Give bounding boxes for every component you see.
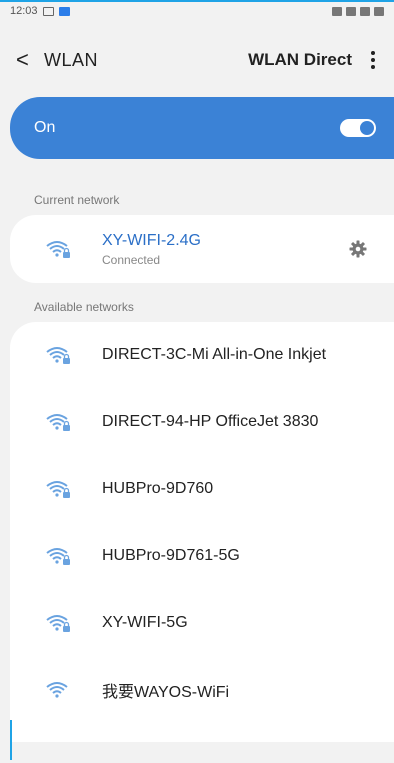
back-button[interactable]: < xyxy=(16,49,44,71)
scroll-indicator xyxy=(10,720,12,760)
alarm-icon xyxy=(332,6,342,16)
network-row[interactable]: XY-WIFI-5G xyxy=(10,593,394,653)
available-networks-list: DIRECT-3C-Mi All-in-One Inkjet DIRECT-94… xyxy=(10,322,394,742)
wifi-locked-icon xyxy=(46,241,70,258)
wifi-open-icon xyxy=(46,682,68,698)
network-name: HUBPro-9D761-5G xyxy=(102,547,240,564)
wlan-switch[interactable] xyxy=(340,119,376,137)
wifi-status-icon xyxy=(346,6,356,16)
gear-icon xyxy=(349,240,367,258)
network-row[interactable]: HUBPro-9D761-5G xyxy=(10,526,394,586)
more-options-icon[interactable] xyxy=(368,51,378,69)
gallery-notification-icon xyxy=(42,6,54,16)
network-settings-button[interactable] xyxy=(334,240,382,258)
network-name: 我要WAYOS-WiFi xyxy=(102,684,230,701)
network-name: DIRECT-3C-Mi All-in-One Inkjet xyxy=(102,346,327,363)
wifi-locked-icon xyxy=(46,347,70,364)
network-row[interactable]: DIRECT-3C-Mi All-in-One Inkjet xyxy=(10,325,394,385)
network-row[interactable]: DIRECT-94-HP OfficeJet 3830 xyxy=(10,392,394,452)
status-bar: 12:03 xyxy=(0,0,394,22)
network-row[interactable]: 我要WAYOS-WiFi xyxy=(10,660,394,720)
wifi-locked-icon xyxy=(46,414,70,431)
toggle-label: On xyxy=(34,119,56,136)
wifi-locked-icon xyxy=(46,481,70,498)
current-network-name: XY-WIFI-2.4G xyxy=(102,232,201,249)
status-time: 12:03 xyxy=(10,5,38,17)
current-network-status: Connected xyxy=(102,253,161,267)
current-network-row[interactable]: XY-WIFI-2.4G Connected xyxy=(10,215,394,283)
wifi-locked-icon xyxy=(46,548,70,565)
battery-icon xyxy=(374,6,384,16)
network-name: DIRECT-94-HP OfficeJet 3830 xyxy=(102,413,319,430)
network-row[interactable]: HUBPro-9D760 xyxy=(10,459,394,519)
app-notification-icon xyxy=(58,6,70,16)
current-network-label: Current network xyxy=(34,193,120,207)
wifi-locked-icon xyxy=(46,615,70,632)
app-bar: < WLAN WLAN Direct xyxy=(0,40,394,80)
available-networks-label: Available networks xyxy=(34,300,134,314)
wlan-direct-button[interactable]: WLAN Direct xyxy=(248,50,352,70)
wlan-toggle-row[interactable]: On xyxy=(10,97,394,159)
network-name: HUBPro-9D760 xyxy=(102,480,214,497)
signal-icon xyxy=(360,6,370,16)
page-title: WLAN xyxy=(44,49,99,70)
network-name: XY-WIFI-5G xyxy=(102,614,188,631)
